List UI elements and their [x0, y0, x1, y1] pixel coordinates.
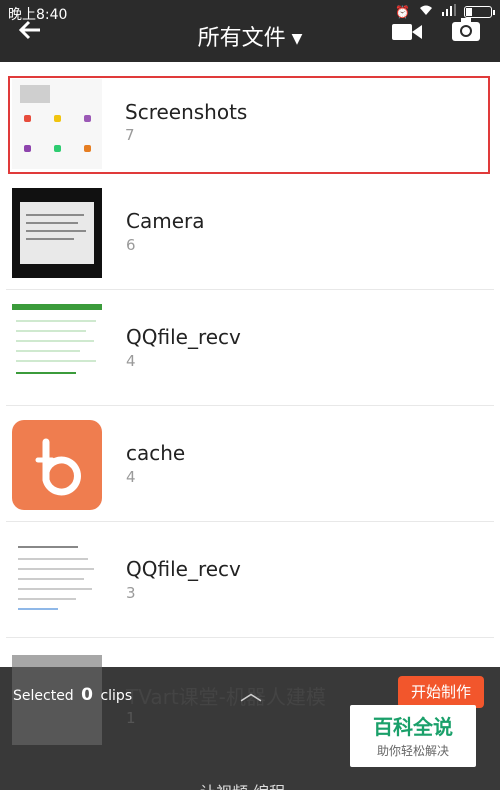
selected-prefix: Selected	[13, 688, 74, 704]
folder-row-cache[interactable]: cache 4	[6, 406, 494, 522]
chevron-up-icon[interactable]: ︿	[240, 675, 262, 707]
folder-selector[interactable]: 所有文件 ▼	[0, 20, 500, 52]
folder-name: cache	[126, 441, 186, 465]
video-camera-icon[interactable]	[392, 22, 422, 46]
folder-thumbnail	[12, 188, 102, 278]
folder-thumbnail	[12, 304, 102, 394]
folder-row-screenshots[interactable]: Screenshots 7	[8, 76, 490, 174]
folder-row-qqfile-recv-2[interactable]: QQfile_recv 3	[6, 522, 494, 638]
wifi-icon	[418, 4, 434, 19]
start-create-button[interactable]: 开始制作	[398, 676, 484, 708]
bottom-selection-bar: TVart课堂-机器人建模 1 Selected 0 clips ︿ 开始制作 …	[0, 655, 500, 790]
watermark-title: 百科全说	[373, 715, 453, 739]
folder-count: 4	[126, 352, 136, 370]
bottom-cut-text: 让视频·编程	[200, 779, 285, 790]
selected-suffix: clips	[100, 688, 133, 704]
folder-count: 3	[126, 584, 136, 602]
selected-count: 0	[81, 685, 93, 705]
app-logo-icon	[12, 420, 102, 510]
selected-clips-counter: Selected 0 clips	[13, 685, 132, 705]
top-bar: 晚上8:40 ⏰ 所有文件 ▼	[0, 0, 500, 62]
watermark-logo: 百科全说 助你轻松解决	[350, 705, 476, 767]
page-title: 所有文件	[197, 26, 286, 51]
folder-name: Screenshots	[125, 100, 248, 124]
folder-count: 6	[126, 236, 136, 254]
folder-name: QQfile_recv	[126, 325, 241, 349]
folder-name: QQfile_recv	[126, 557, 241, 581]
folder-count: 7	[125, 126, 135, 144]
watermark-subtitle: 助你轻松解决	[376, 744, 449, 758]
folder-row-qqfile-recv[interactable]: QQfile_recv 4	[6, 290, 494, 406]
folder-name: Camera	[126, 209, 205, 233]
folder-name[interactable]: TVart课堂-机器人建模	[126, 681, 326, 710]
folder-count: 4	[126, 468, 136, 486]
folder-list: Screenshots 7 Camera 6 QQfile_recv 4 cac…	[0, 62, 500, 638]
folder-row-camera[interactable]: Camera 6	[6, 174, 494, 290]
caret-down-icon: ▼	[291, 31, 303, 47]
folder-thumbnail	[12, 79, 102, 169]
folder-thumbnail	[12, 536, 102, 626]
folder-count: 1	[126, 709, 136, 727]
alarm-icon: ⏰	[395, 4, 410, 19]
battery-icon	[464, 5, 495, 18]
camera-icon[interactable]	[452, 17, 480, 45]
